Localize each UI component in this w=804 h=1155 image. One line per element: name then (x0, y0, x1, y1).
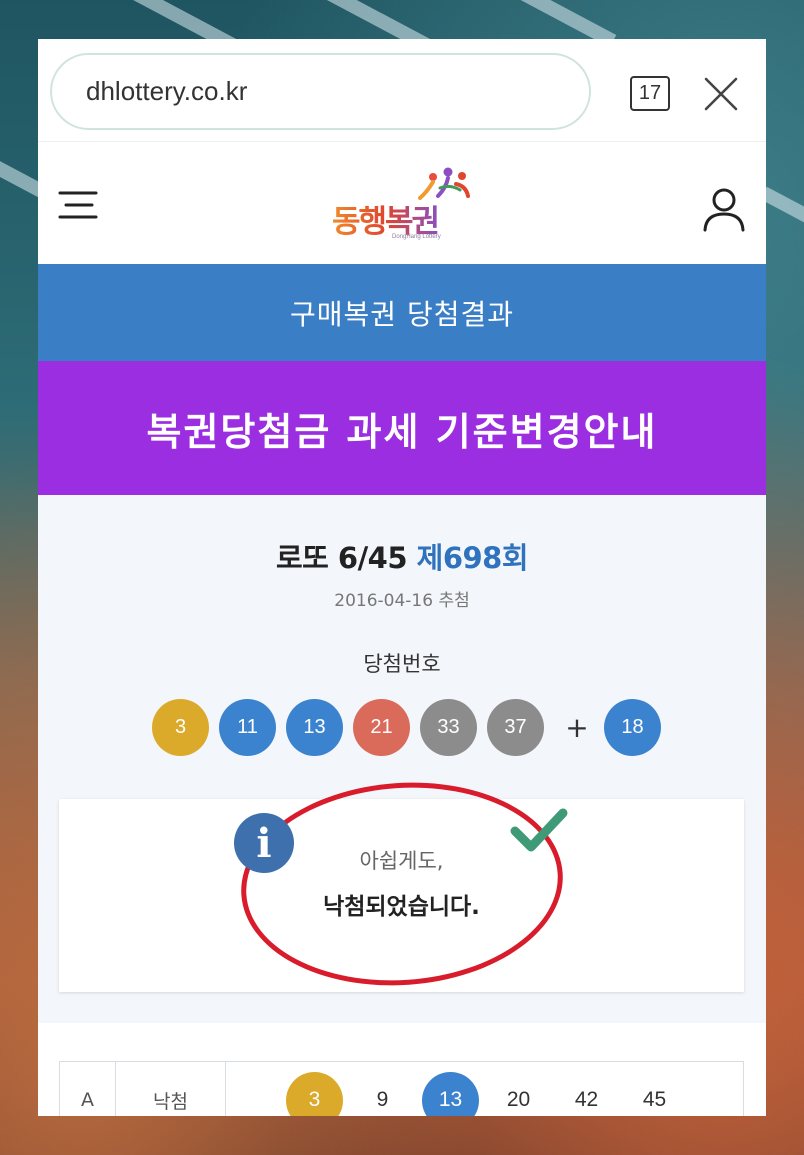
game-name: 로또 6/45 (275, 541, 417, 575)
winning-ball: 3 (152, 698, 209, 756)
address-bar[interactable]: dhlottery.co.kr (50, 53, 591, 130)
ticket-number: 42 (574, 1088, 599, 1111)
page-title: 구매복권 당첨결과 (290, 297, 514, 331)
result-notice-card: i 아쉽게도, 낙첨되었습니다. (59, 772, 744, 996)
table-row: 3 9 13 20 42 45 (226, 1062, 694, 1116)
tab-count-label: 17 (638, 82, 662, 104)
table-cell-result: 낙첨 (116, 1062, 226, 1116)
winning-ball: 11 (219, 698, 276, 756)
notice-message: 아쉽게도, (359, 849, 444, 873)
close-icon[interactable] (703, 76, 739, 112)
hamburger-menu-icon[interactable] (58, 190, 98, 220)
ticket-number: 20 (506, 1088, 531, 1111)
tab-count-button[interactable]: 17 (630, 76, 670, 111)
ticket-number: 45 (642, 1088, 667, 1111)
ticket-table: A 낙첨 3 9 13 20 42 45 (59, 1061, 744, 1116)
winning-ball: 21 (353, 698, 410, 756)
draw-date: 2016-04-16 추첨 (334, 591, 470, 611)
tax-notice-banner[interactable]: 복권당첨금 과세 기준변경안내 (38, 361, 766, 495)
ticket-section: A 낙첨 3 9 13 20 42 45 (38, 1023, 766, 1116)
banner-text: 복권당첨금 과세 기준변경안내 (146, 409, 658, 454)
winning-ball: 33 (420, 698, 477, 756)
mobile-browser-window: dhlottery.co.kr 17 동행복권 DongHang Lottery… (38, 39, 766, 1116)
user-icon[interactable] (702, 186, 746, 232)
plus-sign: + (565, 710, 589, 744)
site-logo[interactable]: 동행복권 DongHang Lottery (328, 164, 478, 246)
ticket-number: 3 (286, 1071, 343, 1116)
table-cell-game: A (60, 1062, 116, 1116)
url-text: dhlottery.co.kr (86, 76, 248, 106)
browser-bar: dhlottery.co.kr 17 (38, 39, 766, 142)
bonus-ball: 18 (604, 698, 661, 756)
notice-result: 낙첨되었습니다. (323, 894, 480, 920)
logo-subtext: DongHang Lottery (392, 234, 441, 240)
winning-numbers: 3 11 13 21 33 37 + 18 (152, 698, 671, 756)
game-title: 로또 6/45 제698회 (38, 535, 766, 577)
round-number: 제698회 (416, 541, 529, 575)
result-section: 로또 6/45 제698회 2016-04-16 추첨 당첨번호 3 11 13… (38, 495, 766, 1023)
page-title-bar: 구매복권 당첨결과 (38, 264, 766, 361)
winning-numbers-label: 당첨번호 (363, 652, 441, 676)
background-stripe (760, 186, 804, 228)
ticket-number: 9 (376, 1088, 389, 1111)
winning-ball: 37 (487, 698, 544, 756)
ticket-number: 13 (422, 1071, 479, 1116)
site-header: 동행복권 DongHang Lottery (38, 142, 766, 264)
winning-ball: 13 (286, 698, 343, 756)
